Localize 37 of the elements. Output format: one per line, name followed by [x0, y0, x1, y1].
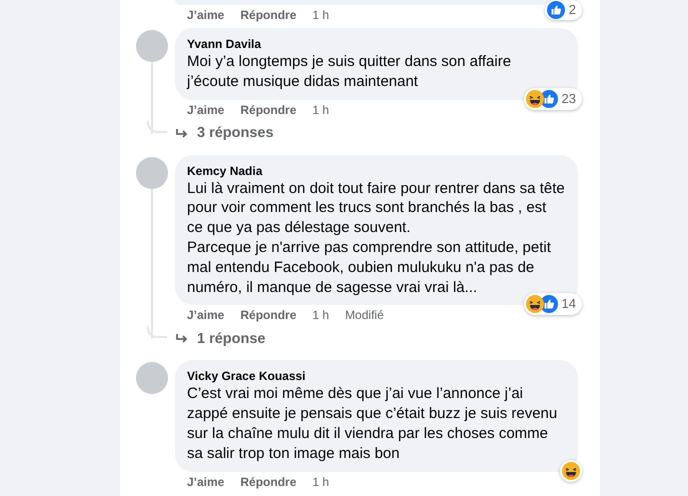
laughing-emoji-icon — [526, 295, 544, 314]
action-link[interactable]: Répondre — [240, 6, 296, 24]
reaction-badge[interactable]: 23 — [524, 88, 582, 110]
comment-meta: 1 h — [312, 474, 330, 491]
action-link[interactable]: J’aime — [187, 6, 224, 24]
reply-arrow-icon — [175, 333, 189, 346]
comment-text: C’est vrai moi même dès que j’ai vue l’annonce j’ai zappé ensuite je pensais que c’était buzz je suis revenu sur la chaîne mulu dit il viendra par les choses comme sa salir trop ton image mais bon — [187, 384, 558, 464]
comment-meta: 1 h — [312, 307, 330, 324]
action-link[interactable]: Répondre — [240, 472, 296, 491]
view-replies-link[interactable]: 1 réponse — [175, 328, 266, 350]
avatar[interactable] — [136, 362, 168, 394]
commenter-name[interactable]: Kemcy Nadia — [187, 162, 566, 179]
reaction-count: 2 — [568, 2, 577, 18]
reaction-badge[interactable]: 14 — [524, 293, 582, 316]
reaction-count: 14 — [562, 296, 577, 312]
action-link[interactable]: J’aime — [187, 100, 224, 119]
action-link[interactable]: Répondre — [240, 100, 296, 119]
reaction-count: 23 — [562, 90, 577, 107]
view-replies-link[interactable]: 3 réponses — [175, 122, 274, 144]
thumbs-up-icon — [540, 295, 558, 314]
laughing-emoji-icon — [526, 90, 544, 108]
action-link[interactable]: J’aime — [187, 472, 224, 491]
laughing-emoji-icon — [562, 462, 580, 480]
reply-arrow-icon — [175, 128, 189, 140]
comment-text: Moi y’a longtemps je suis quitter dans son affaire j’écoute musique didas maintenant — [187, 52, 512, 92]
comment-meta: Modifié — [345, 307, 384, 324]
reaction-badge[interactable]: 2 — [544, 0, 582, 20]
avatar[interactable] — [136, 156, 168, 189]
reaction-badge[interactable] — [560, 460, 582, 482]
thumbs-up-icon — [540, 90, 558, 108]
comment-meta: 1 h — [312, 102, 330, 119]
comment-meta: 1 h — [312, 7, 330, 24]
action-link[interactable]: J’aime — [187, 306, 224, 324]
commenter-name[interactable]: Yvann Davila — [187, 36, 566, 52]
commenter-name[interactable]: Vicky Grace Kouassi — [187, 368, 566, 384]
action-link[interactable]: Répondre — [240, 306, 296, 324]
avatar[interactable] — [136, 30, 168, 62]
